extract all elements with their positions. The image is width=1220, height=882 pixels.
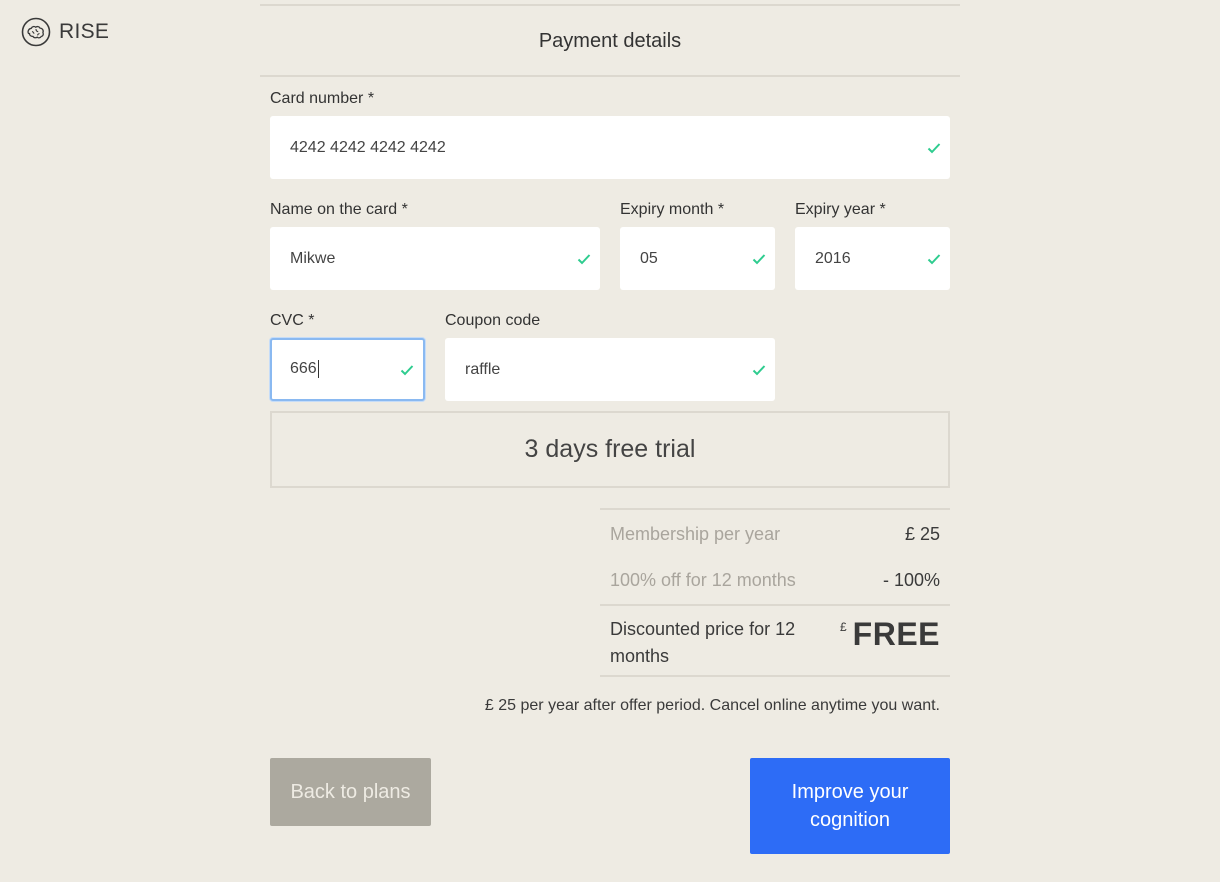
- brand-logo[interactable]: RISE: [21, 17, 109, 47]
- expiry-year-label: Expiry year *: [795, 201, 886, 218]
- membership-amount: £ 25: [904, 524, 940, 544]
- top-divider: [260, 4, 960, 6]
- check-icon: [400, 364, 414, 375]
- brand-name: RISE: [59, 20, 110, 43]
- discount-label: 100% off for 12 months: [610, 570, 796, 590]
- check-icon: [927, 253, 941, 264]
- coupon-label: Coupon code: [445, 312, 541, 329]
- coupon-field[interactable]: raffle: [445, 338, 775, 401]
- brain-icon: [21, 17, 51, 47]
- expiry-month-field[interactable]: 05: [620, 227, 775, 290]
- discount-row: 100% off for 12 months - 100%: [600, 557, 950, 604]
- back-to-plans-button[interactable]: Back to plans: [270, 758, 431, 826]
- check-icon: [752, 364, 766, 375]
- discounted-label: Discounted price for 12 months: [610, 619, 796, 666]
- discount-amount: - 100%: [882, 570, 940, 590]
- payment-panel: Payment details Card number * 4242 4242 …: [260, 0, 960, 882]
- trial-banner: 3 days free trial: [270, 411, 950, 488]
- name-on-card-field[interactable]: Mikwe: [270, 227, 600, 290]
- name-on-card-value: Mikwe: [290, 249, 336, 267]
- improve-cognition-button[interactable]: Improve your cognition: [750, 758, 950, 854]
- summary-divider: [600, 675, 950, 677]
- card-number-field[interactable]: 4242 4242 4242 4242: [270, 116, 950, 179]
- check-icon: [927, 142, 941, 153]
- check-icon: [577, 253, 591, 264]
- currency-symbol: £: [839, 620, 847, 634]
- offer-note: £ 25 per year after offer period. Cancel…: [484, 697, 940, 714]
- card-number-label: Card number *: [270, 90, 375, 107]
- card-number-value: 4242 4242 4242 4242: [290, 138, 446, 156]
- page-title: Payment details: [538, 30, 682, 52]
- name-on-card-label: Name on the card *: [270, 201, 408, 218]
- discounted-price: £ FREE: [840, 616, 940, 652]
- header-divider: [260, 75, 960, 77]
- membership-row: Membership per year £ 25: [600, 512, 950, 557]
- cvc-label: CVC *: [270, 312, 315, 329]
- cvc-field[interactable]: 666: [270, 338, 425, 401]
- price-summary: Membership per year £ 25 100% off for 12…: [600, 508, 950, 677]
- discounted-row: Discounted price for 12 months £ FREE: [600, 606, 950, 675]
- coupon-value: raffle: [465, 360, 501, 378]
- free-value: FREE: [852, 616, 940, 652]
- summary-divider: [600, 508, 950, 510]
- membership-label: Membership per year: [610, 524, 781, 544]
- expiry-year-field[interactable]: 2016: [795, 227, 950, 290]
- check-icon: [752, 253, 766, 264]
- text-caret: [317, 360, 319, 379]
- cvc-value: 666: [290, 360, 317, 378]
- trial-text: 3 days free trial: [524, 435, 696, 463]
- expiry-month-label: Expiry month *: [620, 201, 725, 218]
